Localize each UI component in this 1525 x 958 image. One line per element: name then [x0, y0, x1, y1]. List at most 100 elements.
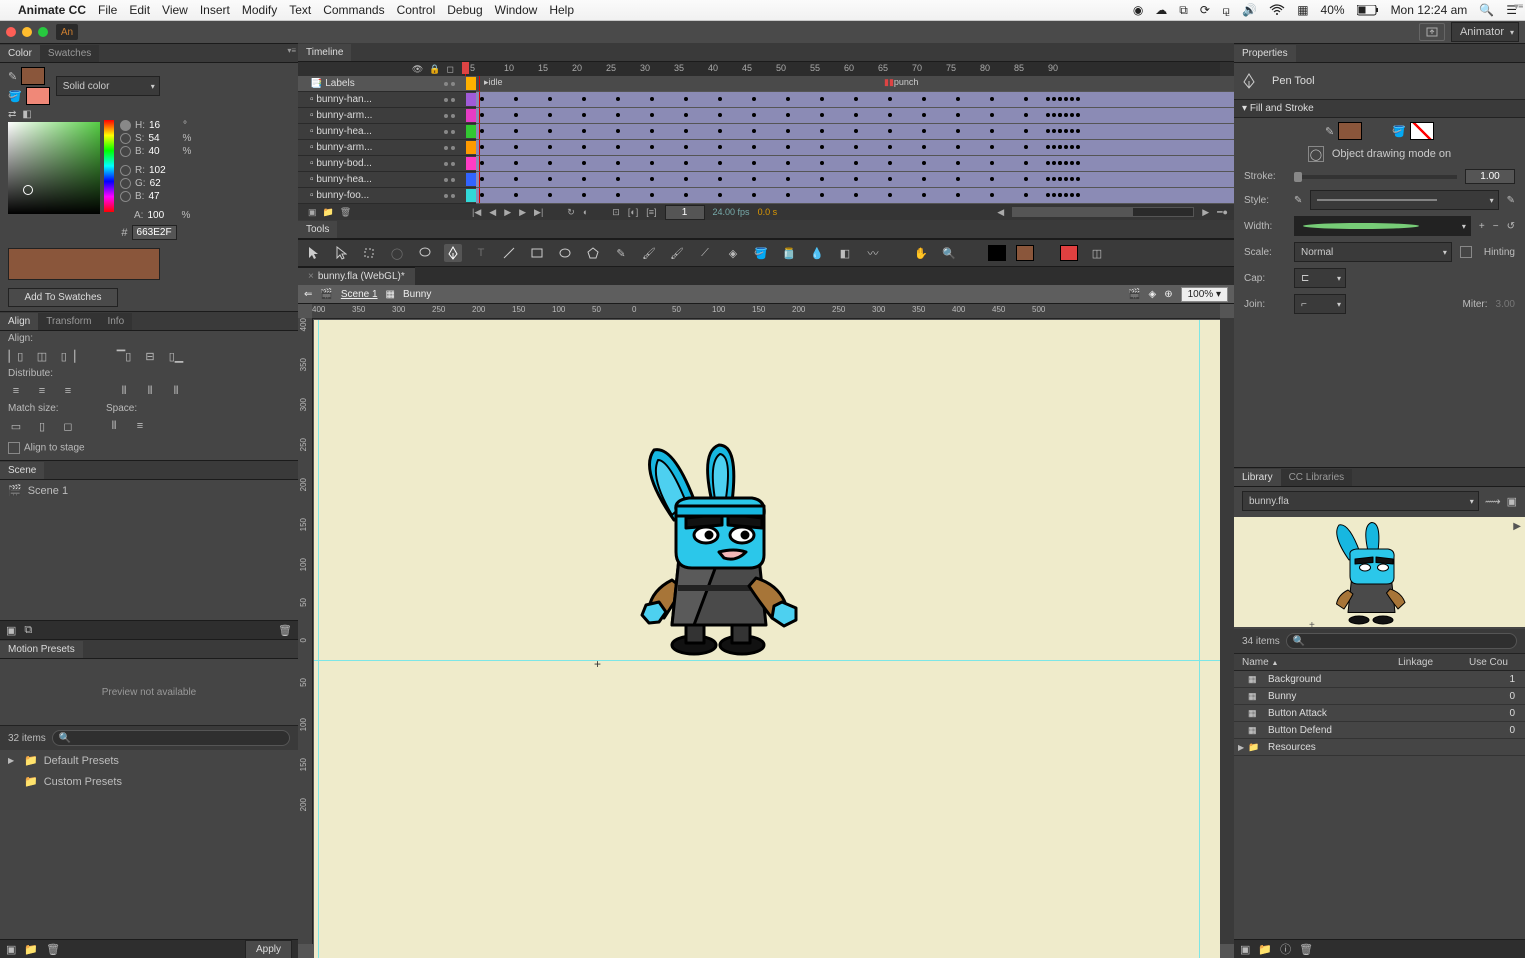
- stroke-style-dropdown[interactable]: [1310, 190, 1498, 210]
- timeline-layer[interactable]: ▫ bunny-hea...: [298, 124, 1234, 140]
- sync-settings-icon[interactable]: [1419, 23, 1445, 41]
- bunny-artwork[interactable]: [624, 440, 824, 660]
- last-frame-icon[interactable]: ▶|: [534, 207, 543, 218]
- guide[interactable]: [318, 320, 319, 958]
- swap-colors-icon[interactable]: ⇄: [8, 109, 16, 120]
- cloud-icon[interactable]: ☁: [1155, 3, 1167, 17]
- color-type-dropdown[interactable]: Solid color: [56, 76, 160, 96]
- remove-width-icon[interactable]: −: [1493, 221, 1499, 232]
- preset-folder[interactable]: ▶📁Default Presets: [0, 750, 298, 771]
- menu-view[interactable]: View: [162, 3, 188, 17]
- free-transform-tool[interactable]: [360, 244, 378, 262]
- vertical-ruler[interactable]: 40035030025020015010050050100150200: [298, 318, 313, 944]
- delete-layer-icon[interactable]: 🗑: [340, 207, 351, 218]
- match-width-icon[interactable]: ▭: [8, 418, 24, 434]
- tab-timeline[interactable]: Timeline: [298, 44, 351, 61]
- bluetooth-icon[interactable]: ⚼: [1222, 3, 1230, 18]
- workspace-switcher[interactable]: Animator: [1451, 22, 1519, 42]
- width-tool[interactable]: 〰: [864, 244, 882, 262]
- zoom-dropdown[interactable]: 100% ▾: [1181, 287, 1228, 302]
- dist-right-icon[interactable]: ⦀: [168, 383, 184, 399]
- preset-folder[interactable]: 📁Custom Presets: [0, 771, 298, 792]
- menu-modify[interactable]: Modify: [242, 3, 277, 17]
- align-top-icon[interactable]: ▔▯: [116, 348, 132, 364]
- bind-tool[interactable]: ◈: [724, 244, 742, 262]
- pencil-tool[interactable]: ✎: [612, 244, 630, 262]
- scroll-right-icon[interactable]: ▶: [1202, 207, 1209, 218]
- radio-h[interactable]: [120, 120, 131, 131]
- line-tool[interactable]: [500, 244, 518, 262]
- library-item[interactable]: ▦Button Defend0: [1234, 722, 1525, 739]
- tab-scene[interactable]: Scene: [0, 462, 44, 479]
- preset-search[interactable]: 🔍: [52, 730, 290, 746]
- align-hcenter-icon[interactable]: ◫: [34, 348, 50, 364]
- menu-edit[interactable]: Edit: [129, 3, 150, 17]
- loop-icon[interactable]: ↻: [567, 207, 575, 218]
- timeline-layer[interactable]: ▫ bunny-bod...: [298, 156, 1234, 172]
- match-both-icon[interactable]: ◻: [60, 418, 76, 434]
- align-left-icon[interactable]: ▏▯: [8, 348, 24, 364]
- duplicate-scene-icon[interactable]: ⧉: [24, 624, 32, 637]
- next-frame-icon[interactable]: ▶: [519, 207, 526, 218]
- prop-fill-swatch[interactable]: [1410, 122, 1434, 140]
- eyedropper-tool[interactable]: 💧: [808, 244, 826, 262]
- col-name[interactable]: Name ▲: [1234, 657, 1390, 668]
- guide[interactable]: [314, 660, 1220, 661]
- wifi-icon[interactable]: [1269, 4, 1285, 16]
- preview-play-icon[interactable]: ▶: [1513, 521, 1521, 532]
- hex-input[interactable]: 663E2F: [132, 225, 177, 240]
- cap-dropdown[interactable]: ⊏: [1294, 268, 1346, 288]
- window-minimize[interactable]: [22, 27, 32, 37]
- 3d-rotation-tool[interactable]: ◯: [388, 244, 406, 262]
- zoom-tool[interactable]: 🔍: [940, 244, 958, 262]
- fill-color-swatch[interactable]: [26, 87, 50, 105]
- color-field[interactable]: [8, 122, 100, 214]
- timeline-hscroll[interactable]: [1012, 207, 1194, 217]
- first-frame-icon[interactable]: |◀: [472, 207, 481, 218]
- tool-stroke-swatch[interactable]: [988, 245, 1006, 261]
- object-drawing-icon[interactable]: ◫: [1088, 244, 1106, 262]
- col-linkage[interactable]: Linkage: [1390, 657, 1461, 668]
- menu-window[interactable]: Window: [495, 3, 538, 17]
- timeline-layer[interactable]: ▫ bunny-han...: [298, 92, 1234, 108]
- tab-library[interactable]: Library: [1234, 469, 1281, 486]
- library-file-dropdown[interactable]: bunny.fla: [1242, 491, 1479, 511]
- lasso-tool[interactable]: [416, 244, 434, 262]
- stage-vscroll[interactable]: [1220, 318, 1234, 944]
- bone-tool[interactable]: ⟋: [696, 244, 714, 262]
- menu-commands[interactable]: Commands: [323, 3, 384, 17]
- center-stage-icon[interactable]: ⊕: [1164, 289, 1172, 300]
- tab-tools[interactable]: Tools: [298, 221, 337, 238]
- tool-option-swatch[interactable]: [1060, 245, 1078, 261]
- edit-style-icon[interactable]: ✎: [1294, 195, 1302, 206]
- align-bottom-icon[interactable]: ▯▁: [168, 348, 184, 364]
- onion-range-icon[interactable]: [◐]: [628, 207, 638, 217]
- back-icon[interactable]: ⇐: [304, 289, 312, 300]
- pin-library-icon[interactable]: ⟿: [1485, 495, 1501, 508]
- input-icon[interactable]: ▦: [1297, 3, 1308, 17]
- new-library-icon[interactable]: ▣: [1507, 495, 1517, 508]
- polystar-tool[interactable]: [584, 244, 602, 262]
- subselection-tool[interactable]: [332, 244, 350, 262]
- hue-slider[interactable]: [104, 120, 114, 212]
- timeline-zoom-icon[interactable]: ━●: [1217, 207, 1228, 218]
- window-maximize[interactable]: [38, 27, 48, 37]
- lock-all-icon[interactable]: 🔒: [429, 64, 440, 75]
- radio-s[interactable]: [120, 133, 131, 144]
- align-right-icon[interactable]: ▯▕: [60, 348, 76, 364]
- section-fill-stroke[interactable]: ▾ Fill and Stroke: [1234, 99, 1525, 118]
- paint-brush-tool[interactable]: 🖌: [668, 244, 686, 262]
- panel-menu-icon[interactable]: ▾≡: [287, 46, 296, 55]
- text-tool[interactable]: T: [472, 244, 490, 262]
- show-all-icon[interactable]: 👁: [412, 64, 423, 75]
- library-item[interactable]: ▦Background1: [1234, 671, 1525, 688]
- delete-symbol-icon[interactable]: 🗑: [1299, 943, 1313, 956]
- add-swatch-button[interactable]: Add To Swatches: [8, 288, 118, 307]
- space-h-icon[interactable]: ≡: [132, 418, 148, 434]
- default-colors-icon[interactable]: ◧: [22, 109, 31, 120]
- prop-stroke-swatch[interactable]: [1338, 122, 1362, 140]
- reset-width-icon[interactable]: ↺: [1507, 221, 1515, 232]
- properties-icon[interactable]: ⓘ: [1280, 941, 1291, 957]
- menu-file[interactable]: File: [98, 3, 117, 17]
- timeline-layer[interactable]: 📑 Labels▸idle▮▮punch: [298, 76, 1234, 92]
